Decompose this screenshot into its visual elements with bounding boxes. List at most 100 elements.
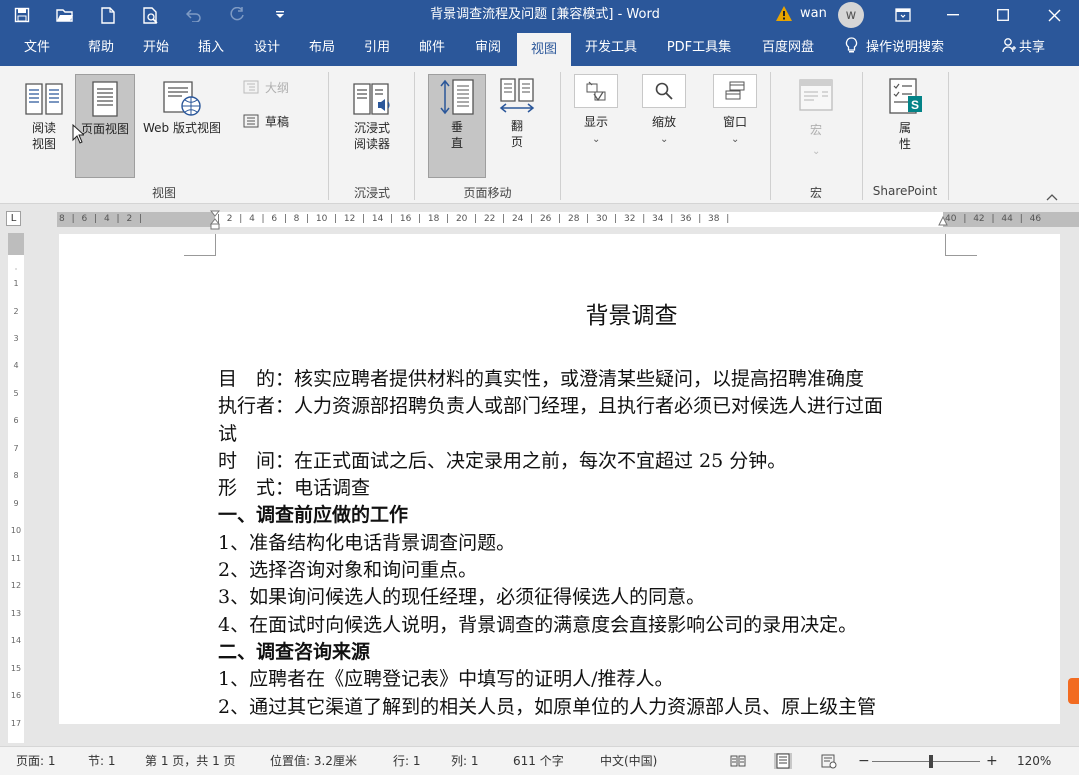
collapse-ribbon-button[interactable] [1046, 186, 1058, 205]
maximize-button[interactable] [978, 0, 1028, 30]
show-icon [586, 81, 606, 102]
tab-design[interactable]: 设计 [244, 30, 290, 66]
macros-icon [799, 79, 833, 111]
web-layout-button[interactable]: Web 版式视图 [138, 74, 226, 146]
read-mode-button[interactable]: 阅读 视图 [18, 74, 70, 170]
outline-button[interactable]: 大纲 [243, 80, 303, 100]
paragraph-line[interactable]: 1、准备结构化电话背景调查问题。 [218, 530, 958, 557]
web-layout-view-icon[interactable] [820, 753, 838, 769]
zoom-button[interactable]: 缩放 ⌄ [640, 74, 688, 150]
tab-layout[interactable]: 布局 [299, 30, 345, 66]
status-word-count[interactable]: 611 个字 [513, 747, 564, 775]
indent-marker-icon[interactable] [210, 210, 220, 230]
tab-file[interactable]: 文件 [14, 30, 60, 66]
immersive-reader-button[interactable]: 沉浸式 阅读器 [340, 74, 404, 170]
side-to-side-button[interactable]: 翻 页 [492, 74, 542, 170]
web-layout-label: Web 版式视图 [143, 121, 221, 135]
paragraph-line[interactable]: 试 [218, 421, 958, 448]
draft-button[interactable]: 草稿 [243, 114, 303, 134]
tab-view[interactable]: 视图 [517, 33, 571, 66]
minimize-button[interactable] [928, 0, 978, 30]
read-mode-icon [25, 83, 63, 115]
open-folder-icon[interactable] [43, 0, 86, 30]
print-layout-button[interactable]: 页面视图 [75, 74, 135, 178]
right-indent-marker-icon[interactable] [938, 216, 948, 227]
vertical-button[interactable]: 垂 直 [428, 74, 486, 178]
chevron-down-icon: ⌄ [592, 134, 601, 145]
tab-references[interactable]: 引用 [354, 30, 400, 66]
document-body[interactable]: 目 的：核实应聘者提供材料的真实性，或澄清某些疑问，以提高招聘准确度 执行者：人… [218, 366, 958, 721]
redo-icon[interactable] [215, 0, 258, 30]
status-language[interactable]: 中文(中国) [600, 747, 657, 775]
status-page-of[interactable]: 第 1 页，共 1 页 [145, 747, 236, 775]
tab-mailings[interactable]: 邮件 [409, 30, 455, 66]
horizontal-ruler-row: L 8 | 6 | 4 | 2 | | 2 | 4 | 6 | 8 | 10 |… [0, 204, 1079, 231]
zoom-out-button[interactable]: − [858, 747, 870, 775]
horizontal-ruler[interactable]: 8 | 6 | 4 | 2 | | 2 | 4 | 6 | 8 | 10 | 1… [57, 210, 1079, 230]
floating-widget-icon[interactable] [1068, 678, 1079, 704]
zoom-slider-thumb[interactable] [929, 755, 934, 768]
status-section[interactable]: 节: 1 [88, 747, 116, 775]
tab-pdf-tools[interactable]: PDF工具集 [660, 30, 738, 66]
macros-button[interactable]: 宏 ⌄ [788, 74, 844, 160]
properties-button[interactable]: S 属 性 [878, 74, 932, 170]
read-mode-view-icon[interactable] [729, 753, 747, 769]
paragraph-line[interactable]: 2、通过其它渠道了解到的相关人员，如原单位的人力资源部人员、原上级主管 [218, 694, 958, 721]
avatar[interactable]: w [838, 2, 864, 28]
status-row[interactable]: 行: 1 [393, 747, 421, 775]
document-page[interactable]: 背景调查 目 的：核实应聘者提供材料的真实性，或澄清某些疑问，以提高招聘准确度 … [59, 234, 1060, 724]
zoom-level[interactable]: 120% [1017, 747, 1051, 775]
status-page[interactable]: 页面: 1 [16, 747, 56, 775]
section-heading[interactable]: 二、调查咨询来源 [218, 639, 958, 666]
paragraph-line[interactable]: 形 式：电话调查 [218, 475, 958, 502]
ribbon-tab-bar: 文件 帮助 开始 插入 设计 布局 引用 邮件 审阅 视图 开发工具 PDF工具… [0, 30, 1079, 66]
svg-text:S: S [911, 98, 919, 112]
outline-icon [243, 80, 259, 94]
status-position[interactable]: 位置值: 3.2厘米 [270, 747, 357, 775]
show-button[interactable]: 显示 ⌄ [572, 74, 620, 150]
paragraph-line[interactable]: 时 间：在正式面试之后、决定录用之前，每次不宜超过 25 分钟。 [218, 448, 958, 475]
print-preview-icon[interactable] [129, 0, 172, 30]
paragraph-line[interactable]: 4、在面试时向候选人说明，背景调查的满意度会直接影响公司的录用决定。 [218, 612, 958, 639]
new-doc-icon[interactable] [86, 0, 129, 30]
paragraph-line[interactable]: 3、如果询问候选人的现任经理，必须征得候选人的同意。 [218, 584, 958, 611]
warning-icon[interactable] [775, 5, 793, 23]
paragraph-line[interactable]: 执行者：人力资源部招聘负责人或部门经理，且执行者必须已对候选人进行过面 [218, 393, 958, 420]
crop-mark [184, 234, 216, 256]
group-page-movement-label: 页面移动 [463, 186, 512, 200]
user-name[interactable]: wan [800, 0, 827, 28]
group-separator [328, 72, 329, 200]
tab-insert[interactable]: 插入 [188, 30, 234, 66]
ribbon-display-options-icon[interactable] [878, 0, 928, 30]
side-to-side-label: 翻 页 [510, 119, 523, 149]
chevron-down-icon: ⌄ [812, 146, 821, 157]
tab-developer[interactable]: 开发工具 [578, 30, 644, 66]
tab-selector[interactable]: L [6, 211, 21, 226]
print-layout-view-icon[interactable] [774, 753, 792, 769]
document-heading[interactable]: 背景调查 [59, 296, 1060, 330]
tab-help[interactable]: 帮助 [78, 30, 124, 66]
properties-label: 属 性 [898, 121, 911, 151]
status-column[interactable]: 列: 1 [451, 747, 479, 775]
group-immersive-label: 沉浸式 [353, 186, 390, 200]
section-heading[interactable]: 一、调查前应做的工作 [218, 502, 958, 529]
close-button[interactable] [1029, 0, 1079, 30]
paragraph-line[interactable]: 2、选择咨询对象和询问重点。 [218, 557, 958, 584]
zoom-slider[interactable] [872, 761, 980, 762]
tab-review[interactable]: 审阅 [465, 30, 511, 66]
customize-qat-icon[interactable] [258, 0, 301, 30]
document-title: 背景调查流程及问题 [兼容模式] - Word [430, 7, 660, 22]
paragraph-line[interactable]: 目 的：核实应聘者提供材料的真实性，或澄清某些疑问，以提高招聘准确度 [218, 366, 958, 393]
save-icon[interactable] [0, 0, 43, 30]
immersive-reader-label: 沉浸式 阅读器 [353, 121, 390, 151]
tab-baidu-netdisk[interactable]: 百度网盘 [752, 30, 824, 66]
group-separator [414, 72, 415, 200]
tab-home[interactable]: 开始 [133, 30, 179, 66]
vertical-ruler[interactable]: · 1 2 3 4 5 6 7 8 9 10 11 12 13 14 15 16… [8, 233, 24, 743]
paragraph-line[interactable]: 1、应聘者在《应聘登记表》中填写的证明人/推荐人。 [218, 666, 958, 693]
zoom-in-button[interactable]: + [986, 747, 998, 775]
undo-icon[interactable] [172, 0, 215, 30]
tell-me-search[interactable]: 操作说明搜索 [845, 30, 944, 66]
window-button[interactable]: 窗口 ⌄ [711, 74, 759, 150]
share-button[interactable]: 共享 [1002, 30, 1045, 66]
